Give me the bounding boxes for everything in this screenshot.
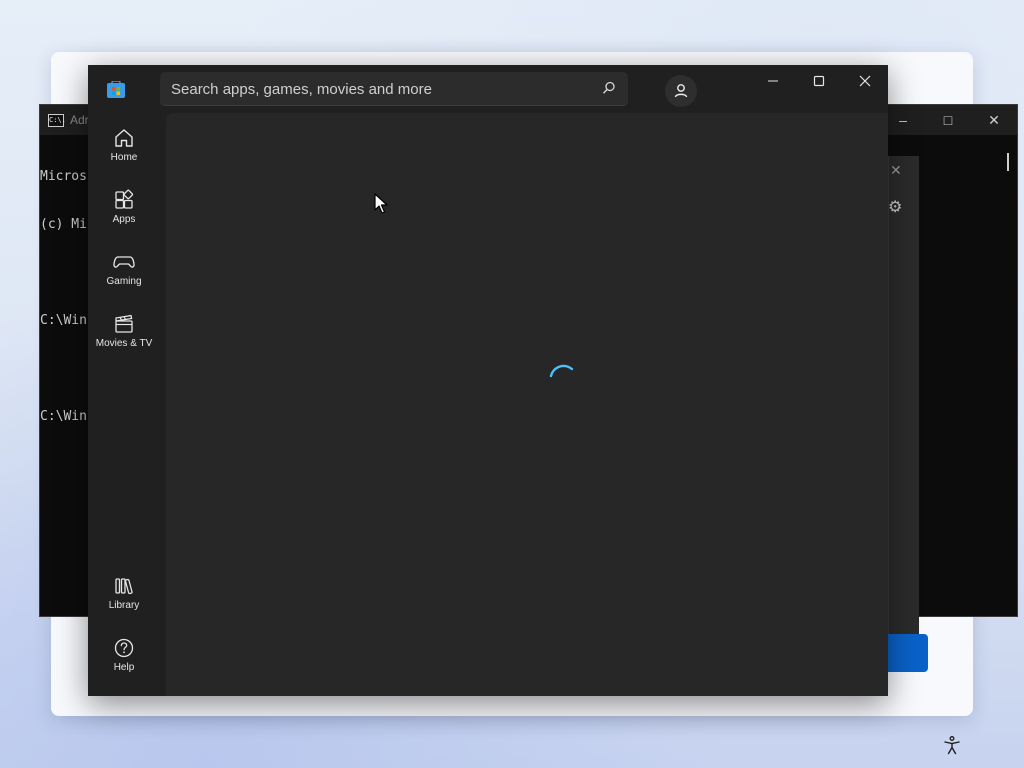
gamepad-icon [113, 256, 135, 268]
console-close-icon[interactable]: ✕ [982, 111, 1006, 129]
home-icon [115, 129, 133, 147]
search-input[interactable]: Search apps, games, movies and more [171, 81, 432, 98]
setup-dialog-panel [888, 156, 919, 634]
navigation-sidebar: Home Apps Gaming Movies & TV Library Hel… [88, 113, 160, 696]
nav-label-library: Library [108, 600, 140, 611]
minimize-button[interactable] [750, 65, 796, 97]
search-box[interactable]: Search apps, games, movies and more [160, 72, 628, 106]
user-icon [674, 84, 688, 98]
setup-close-icon[interactable]: ✕ [890, 162, 902, 179]
console-minimize-icon[interactable]: – [891, 111, 915, 129]
nav-item-movies-tv[interactable]: Movies & TV [88, 307, 160, 363]
nav-label-home: Home [110, 152, 138, 163]
nav-label-gaming: Gaming [106, 276, 142, 287]
console-title: Adr [70, 113, 89, 127]
clapperboard-icon [115, 314, 133, 333]
library-icon [115, 578, 133, 595]
nav-item-home[interactable]: Home [88, 121, 160, 177]
nav-label-help: Help [113, 662, 135, 673]
nav-item-help[interactable]: Help [88, 631, 160, 687]
nav-label-apps: Apps [112, 214, 136, 225]
settings-gear-icon[interactable]: ⚙ [888, 197, 902, 217]
nav-item-apps[interactable]: Apps [88, 183, 160, 239]
console-app-icon: C:\. [48, 114, 66, 127]
store-logo-icon [107, 81, 125, 98]
loading-spinner-icon [549, 364, 574, 378]
close-button[interactable] [842, 65, 888, 97]
account-button[interactable] [665, 75, 697, 107]
console-scrollbar[interactable] [1007, 153, 1009, 171]
nav-label-movies-tv: Movies & TV [95, 338, 153, 349]
search-icon[interactable] [602, 81, 616, 95]
content-area [166, 113, 888, 696]
minimize-icon [768, 80, 778, 82]
apps-icon [115, 189, 134, 209]
console-maximize-icon[interactable]: □ [936, 111, 960, 129]
close-icon [859, 75, 871, 87]
nav-item-library[interactable]: Library [88, 569, 160, 625]
maximize-icon [813, 75, 825, 87]
nav-item-gaming[interactable]: Gaming [88, 245, 160, 301]
store-window[interactable]: Search apps, games, movies and more Home… [88, 65, 888, 696]
mouse-cursor-icon [374, 193, 388, 214]
maximize-button[interactable] [796, 65, 842, 97]
accessibility-icon[interactable] [942, 735, 962, 755]
help-icon [114, 638, 134, 658]
